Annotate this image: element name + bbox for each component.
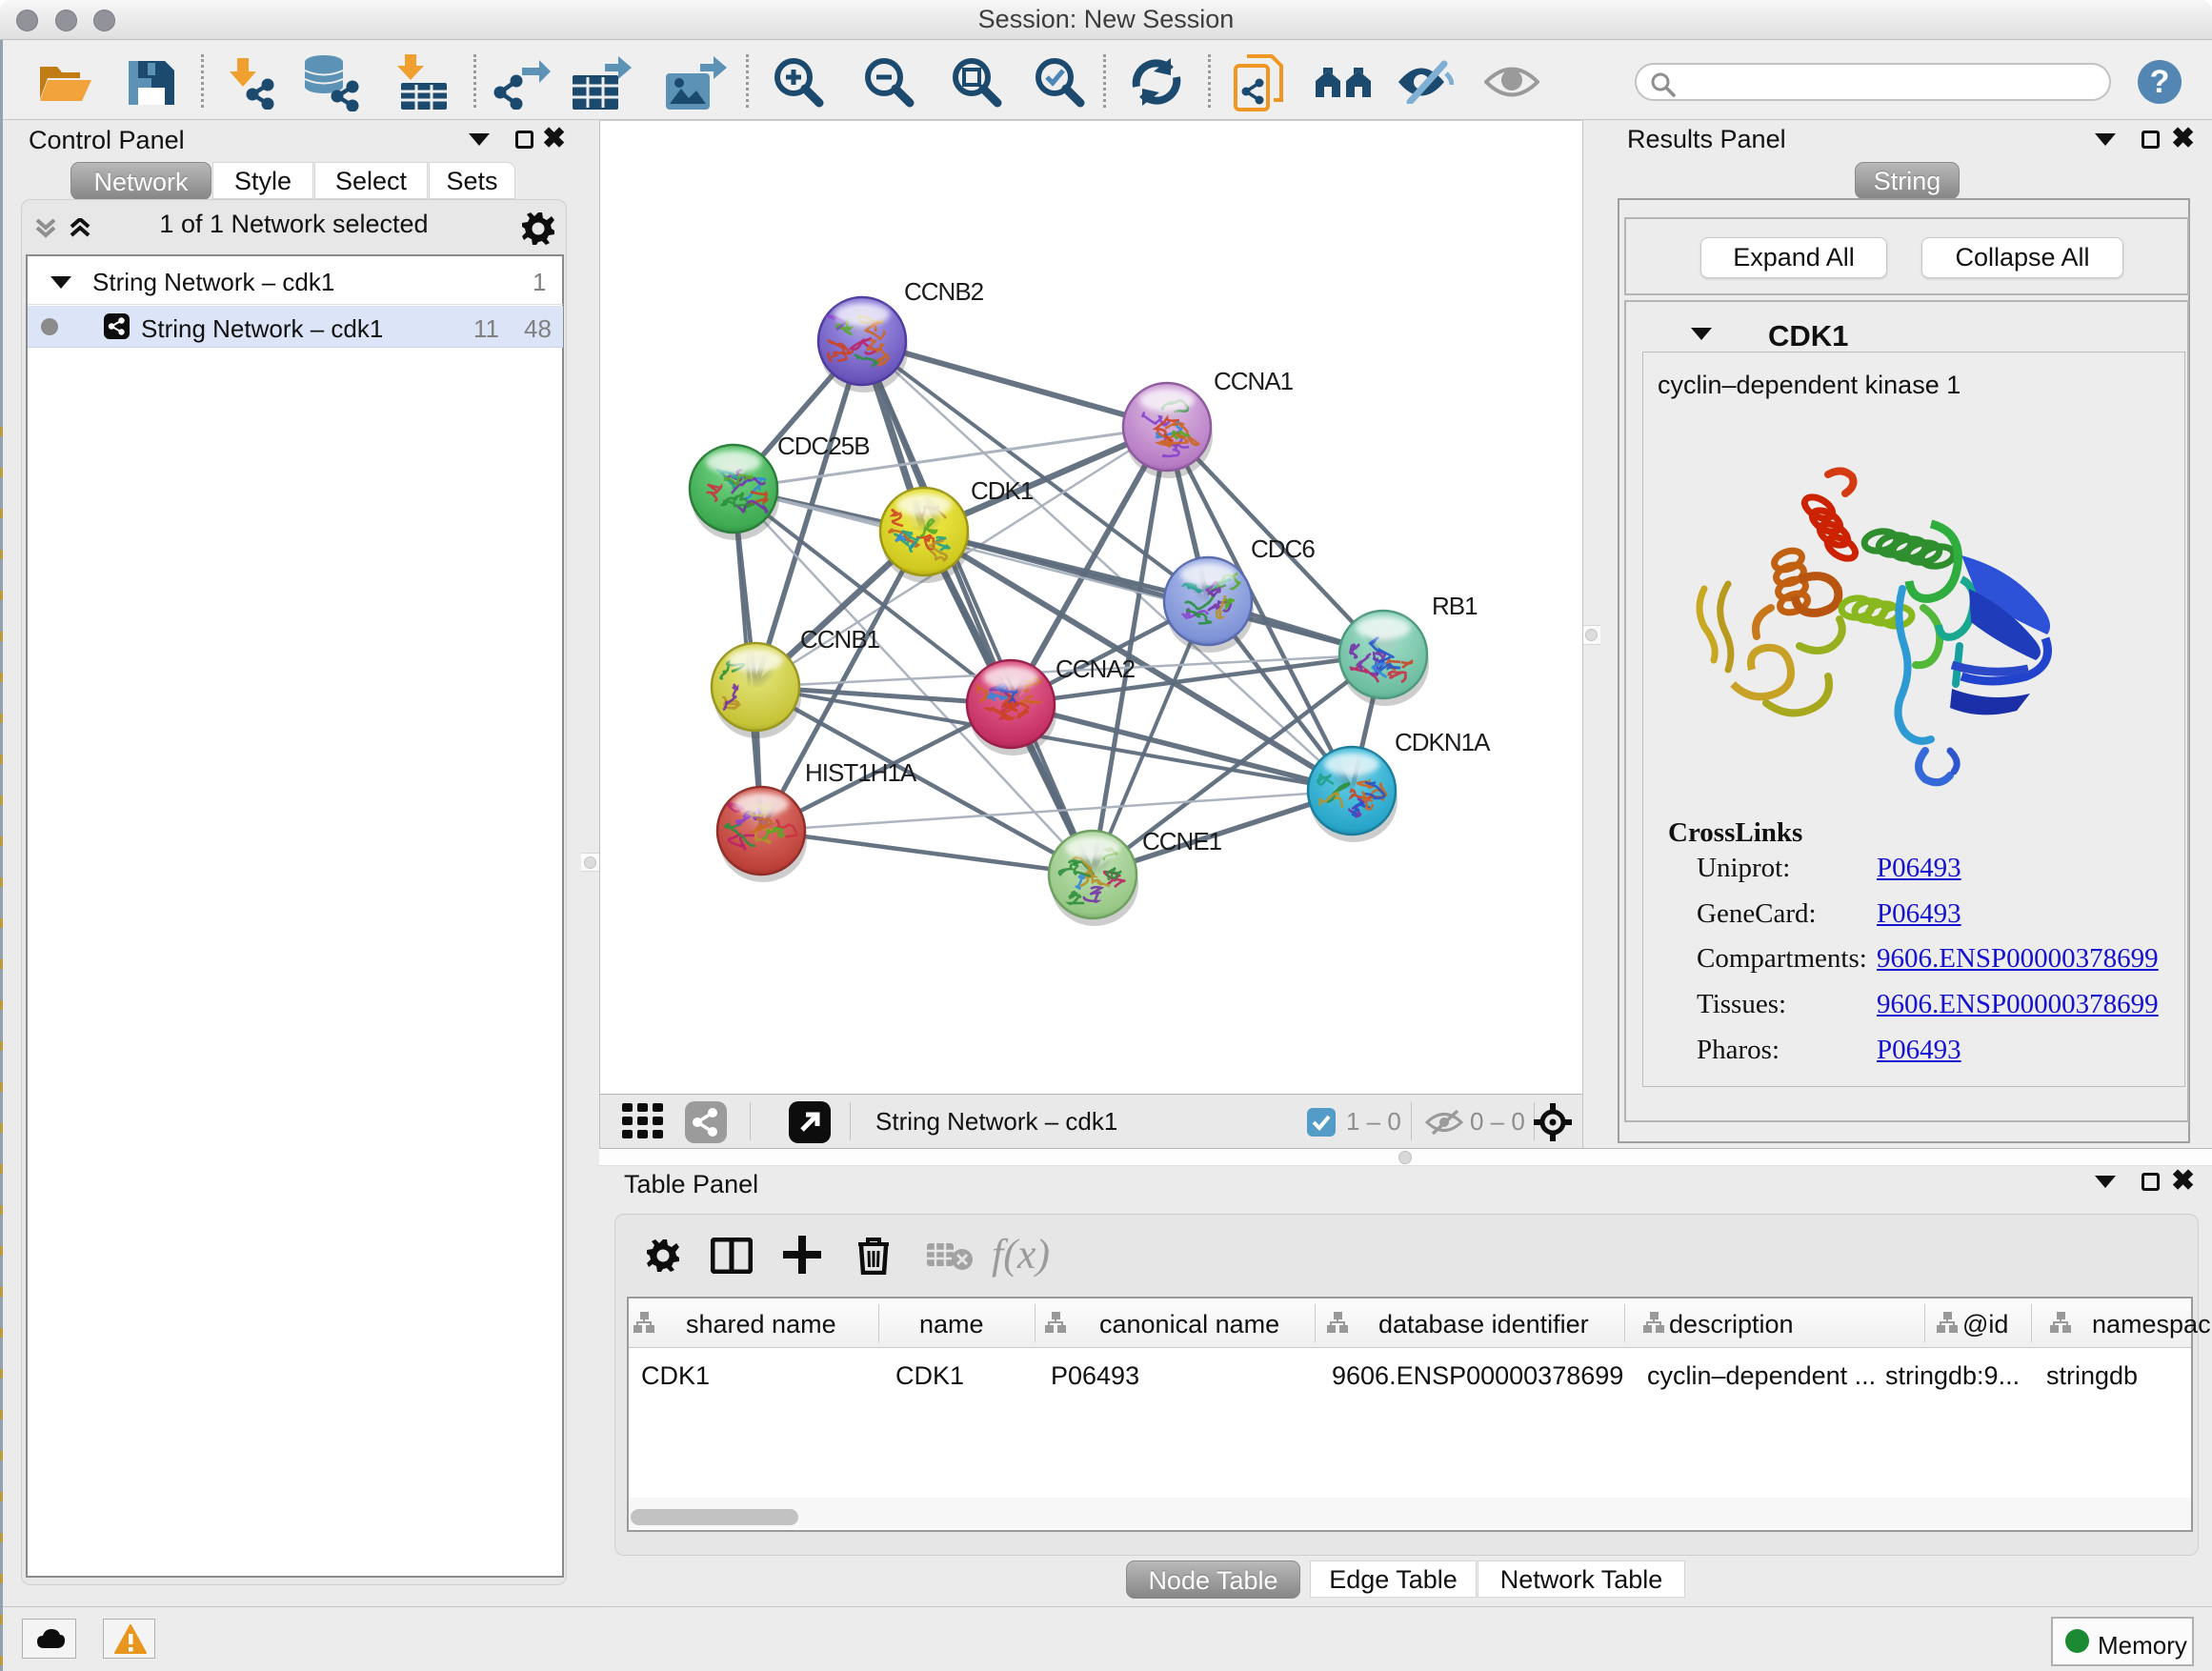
svg-text:CCNB1: CCNB1 (800, 625, 880, 654)
svg-text:CDKN1A: CDKN1A (1395, 728, 1491, 756)
svg-text:CCNE1: CCNE1 (1142, 827, 1222, 856)
svg-text:CCNA2: CCNA2 (1056, 654, 1136, 683)
svg-text:CCNB2: CCNB2 (904, 277, 984, 306)
svg-text:CDK1: CDK1 (971, 476, 1034, 505)
svg-text:CDC6: CDC6 (1251, 534, 1315, 563)
svg-text:CCNA1: CCNA1 (1214, 367, 1294, 395)
svg-text:HIST1H1A: HIST1H1A (805, 758, 917, 787)
svg-text:RB1: RB1 (1432, 592, 1478, 620)
svg-text:CDC25B: CDC25B (777, 432, 870, 460)
